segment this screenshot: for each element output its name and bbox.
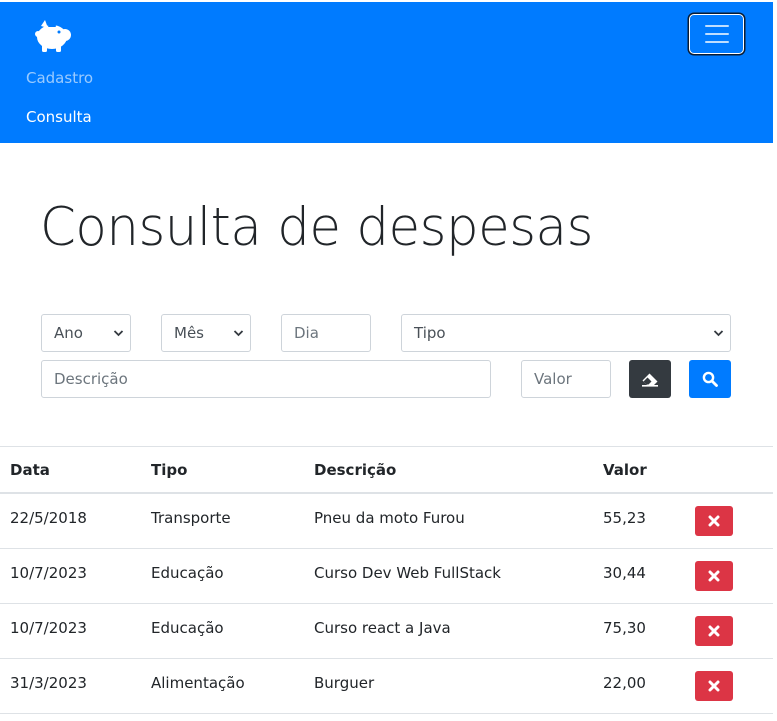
navbar-toggler-button[interactable] [689, 14, 744, 54]
eraser-icon [642, 373, 658, 387]
navbar: Cadastro Consulta [0, 2, 773, 143]
column-header-data: Data [10, 461, 50, 479]
ano-select[interactable]: Ano [41, 314, 131, 352]
column-header-valor: Valor [603, 461, 647, 479]
table-top-border [0, 446, 773, 447]
column-header-descricao: Descrição [314, 461, 397, 479]
mes-select-value: Mês [174, 324, 204, 342]
valor-input[interactable]: Valor [521, 360, 611, 398]
delete-expense-button[interactable] [695, 671, 733, 701]
chevron-down-icon [713, 330, 724, 337]
ano-select-value: Ano [54, 324, 83, 342]
dia-input[interactable]: Dia [281, 314, 371, 352]
cell-tipo: Alimentação [151, 674, 245, 692]
cell-valor: 55,23 [603, 509, 646, 527]
search-icon [702, 371, 718, 387]
descricao-input-placeholder: Descrição [54, 370, 128, 388]
chevron-down-icon [113, 330, 124, 337]
delete-expense-button[interactable] [695, 506, 733, 536]
cell-descricao: Curso react a Java [314, 619, 451, 637]
delete-expense-button[interactable] [695, 561, 733, 591]
cell-descricao: Curso Dev Web FullStack [314, 564, 501, 582]
table-header-border [0, 492, 773, 494]
column-header-tipo: Tipo [151, 461, 188, 479]
clear-filters-button[interactable] [629, 360, 671, 398]
cell-valor: 22,00 [603, 674, 646, 692]
row-divider [0, 713, 773, 714]
nav-link-consulta[interactable]: Consulta [26, 108, 92, 126]
times-icon [708, 680, 720, 692]
row-divider [0, 548, 773, 549]
cell-tipo: Transporte [151, 509, 231, 527]
nav-link-cadastro[interactable]: Cadastro [26, 69, 93, 87]
cell-data: 31/3/2023 [10, 674, 87, 692]
row-divider [0, 603, 773, 604]
page-title: Consulta de despesas [40, 197, 593, 258]
times-icon [708, 570, 720, 582]
dia-input-placeholder: Dia [294, 324, 319, 342]
cell-valor: 30,44 [603, 564, 646, 582]
times-icon [708, 515, 720, 527]
chevron-down-icon [233, 330, 244, 337]
times-icon [708, 625, 720, 637]
cell-data: 10/7/2023 [10, 619, 87, 637]
cell-data: 10/7/2023 [10, 564, 87, 582]
row-divider [0, 658, 773, 659]
cell-descricao: Pneu da moto Furou [314, 509, 465, 527]
cell-tipo: Educação [151, 619, 224, 637]
cell-data: 22/5/2018 [10, 509, 87, 527]
valor-input-placeholder: Valor [534, 370, 572, 388]
cell-valor: 75,30 [603, 619, 646, 637]
scrollbar[interactable] [773, 0, 777, 721]
piggy-bank-icon[interactable] [31, 16, 75, 54]
tipo-select-value: Tipo [414, 324, 446, 342]
cell-tipo: Educação [151, 564, 224, 582]
search-button[interactable] [689, 360, 731, 398]
tipo-select[interactable]: Tipo [401, 314, 731, 352]
mes-select[interactable]: Mês [161, 314, 251, 352]
descricao-input[interactable]: Descrição [41, 360, 491, 398]
cell-descricao: Burguer [314, 674, 375, 692]
page: Cadastro Consulta Consulta de despesas A… [0, 0, 777, 721]
delete-expense-button[interactable] [695, 616, 733, 646]
